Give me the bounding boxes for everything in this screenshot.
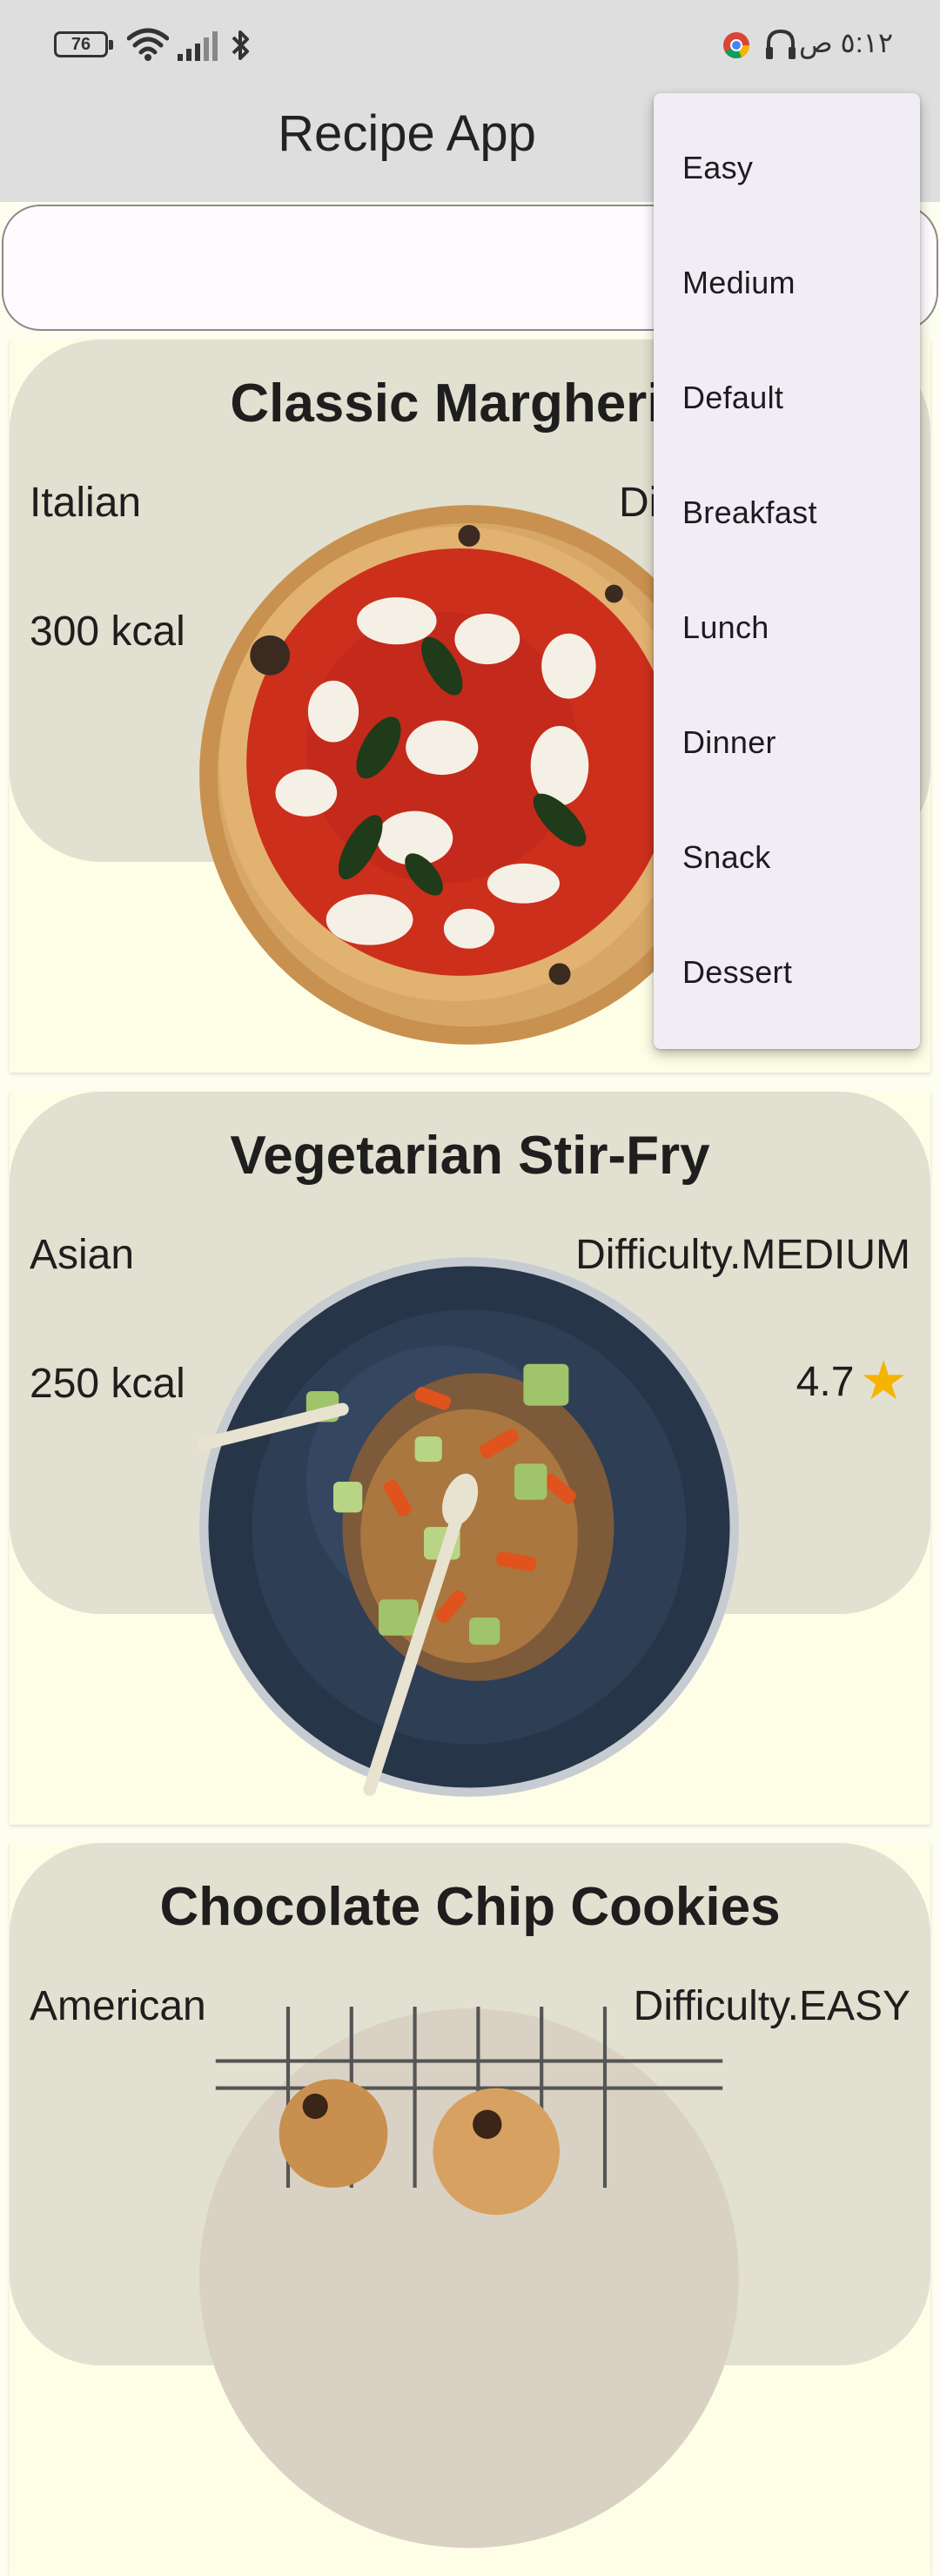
status-clock: ٥:١٢ ص xyxy=(798,27,893,58)
cookies-image xyxy=(199,2007,739,2548)
signal-icon xyxy=(178,31,218,61)
recipe-card[interactable]: Chocolate Chip Cookies American Difficul… xyxy=(10,1843,930,2576)
recipe-cuisine: Asian xyxy=(30,1232,135,1278)
menu-item-easy[interactable]: Easy xyxy=(654,111,920,225)
menu-item-dinner[interactable]: Dinner xyxy=(654,685,920,800)
menu-item-default[interactable]: Default xyxy=(654,340,920,455)
star-icon: ★ xyxy=(859,1351,908,1411)
recipe-cuisine: American xyxy=(30,1983,206,2029)
wifi-icon xyxy=(127,28,169,61)
recipe-title: Vegetarian Stir-Fry xyxy=(230,1126,710,1186)
menu-item-snack[interactable]: Snack xyxy=(654,800,920,915)
rating-value: 4.7 xyxy=(796,1358,855,1405)
recipe-card[interactable]: Vegetarian Stir-Fry Asian Difficulty.MED… xyxy=(10,1092,930,1825)
menu-item-medium[interactable]: Medium xyxy=(654,225,920,340)
recipe-rating: 4.7 ★ xyxy=(796,1355,908,1409)
menu-item-breakfast[interactable]: Breakfast xyxy=(654,455,920,570)
filter-menu: Easy Medium Default Breakfast Lunch Dinn… xyxy=(654,93,920,1049)
recipe-title: Chocolate Chip Cookies xyxy=(159,1877,781,1937)
battery-icon: 76 xyxy=(54,31,113,57)
recipe-cuisine: Italian xyxy=(30,480,142,526)
recipe-calories: 250 kcal xyxy=(30,1361,185,1407)
stir-fry-image xyxy=(198,1257,739,1797)
bluetooth-icon xyxy=(232,30,249,60)
headphones-icon xyxy=(766,29,796,59)
chrome-icon xyxy=(723,32,749,58)
menu-item-lunch[interactable]: Lunch xyxy=(654,570,920,685)
menu-item-dessert[interactable]: Dessert xyxy=(654,915,920,1030)
status-bar: 76 ٥:١٢ ص xyxy=(0,0,940,87)
recipe-calories: 300 kcal xyxy=(30,609,185,655)
